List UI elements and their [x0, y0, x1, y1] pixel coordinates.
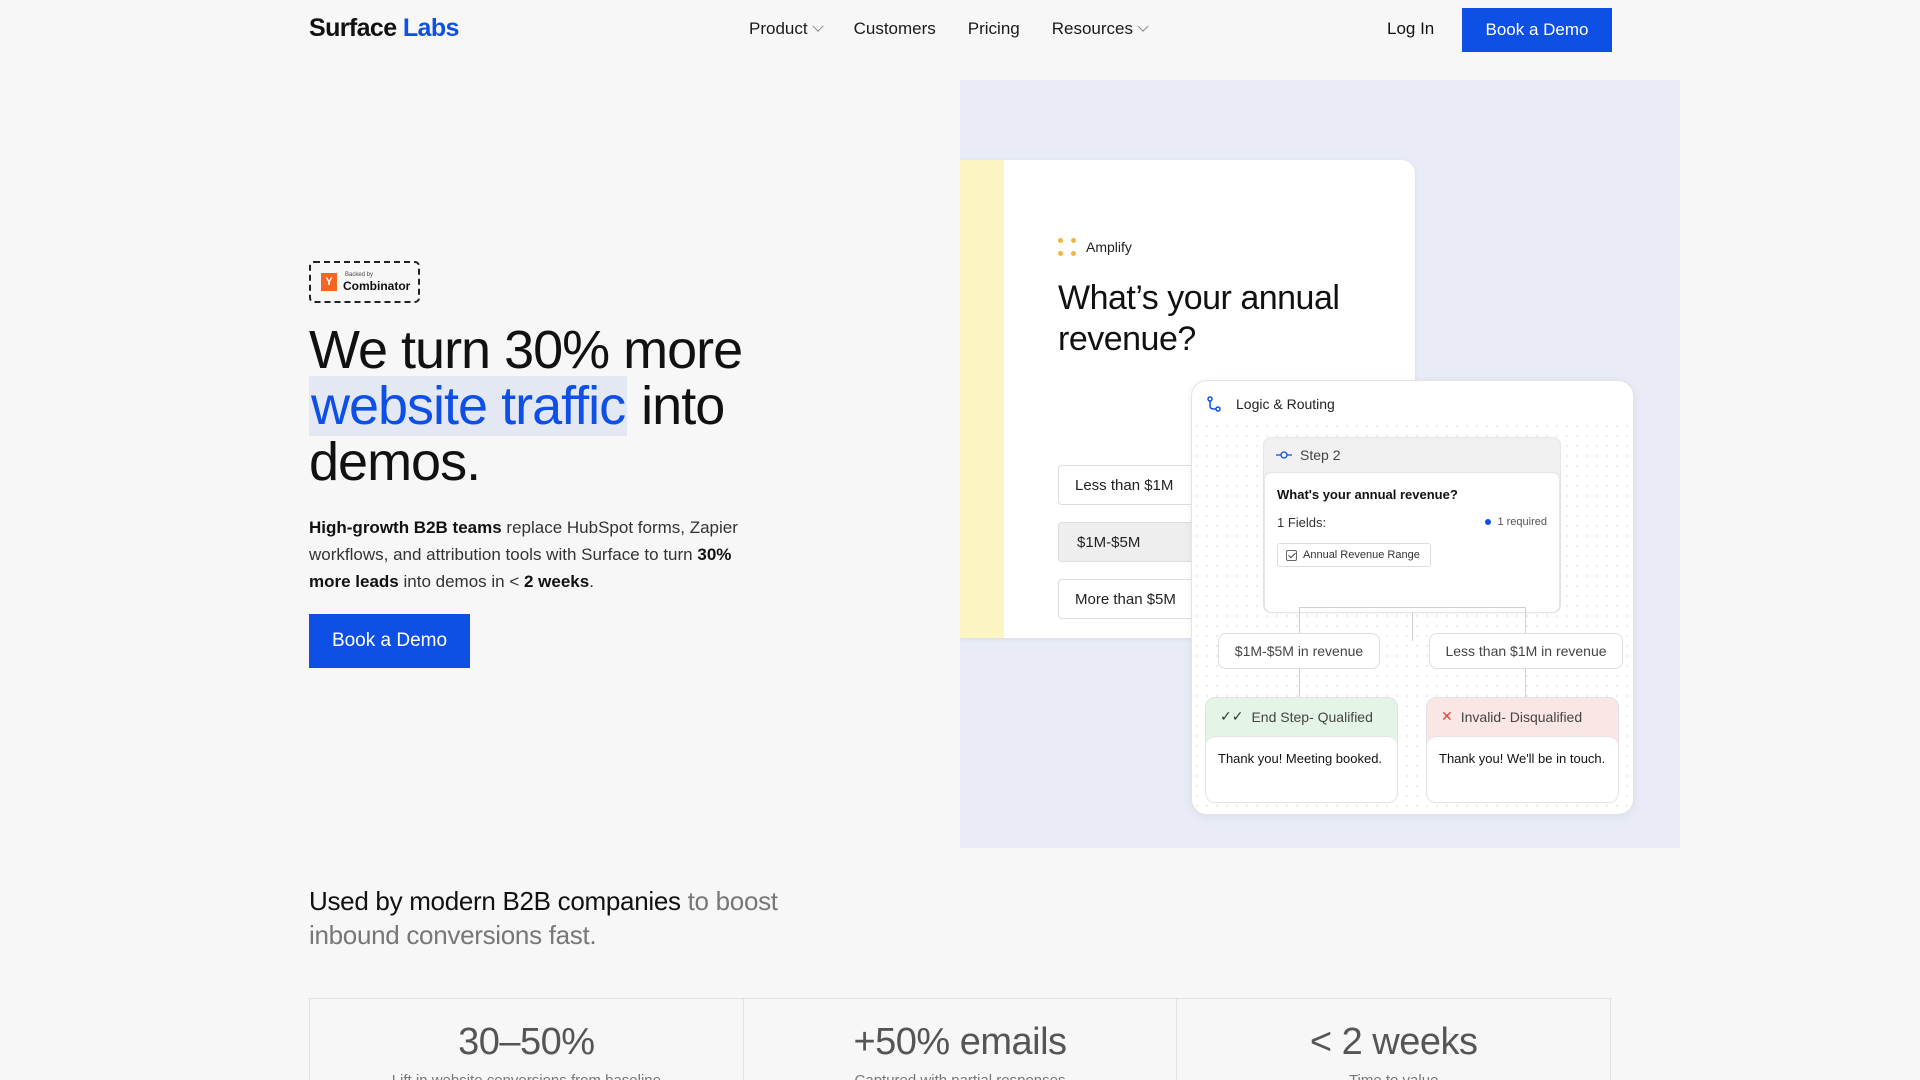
step-content: What's your annual revenue? 1 Fields: 1 … [1264, 472, 1560, 613]
nav-pricing-label: Pricing [967, 19, 1020, 38]
sub-text-2: into demos in < [398, 572, 524, 591]
step-node-icon [1276, 451, 1292, 459]
step-fields-count: 1 Fields: [1277, 515, 1327, 530]
stat-card: +50% emails Captured with partial respon… [744, 999, 1178, 1080]
yc-badge-big: Combinator [343, 279, 411, 293]
nav-product-label: Product [749, 19, 808, 38]
connector-line [1299, 607, 1300, 633]
sub-bold-1: High-growth B2B teams [309, 518, 502, 537]
end-qualified-title: ✓✓ End Step- Qualified [1220, 708, 1373, 725]
amplify-logo-icon [1058, 238, 1076, 256]
branch-less-1m[interactable]: Less than $1M in revenue [1429, 633, 1623, 669]
top-nav: Surface Labs Product Customers Pricing R… [0, 0, 1920, 60]
routing-icon [1207, 396, 1221, 412]
headline-part1: We turn 30% more [309, 320, 743, 380]
yc-logo-icon: Y [321, 273, 337, 291]
step-question: What's your annual revenue? [1277, 487, 1458, 502]
stat-description: Time to value [1177, 1072, 1610, 1080]
end-step-qualified[interactable]: ✓✓ End Step- Qualified Thank you! Meetin… [1205, 697, 1398, 803]
product-illustration: Amplify What’s your annual revenue? Less… [960, 80, 1680, 848]
end-step-disqualified[interactable]: ✕ Invalid- Disqualified Thank you! We'll… [1426, 697, 1619, 803]
end-disqualified-title-text: Invalid- Disqualified [1460, 708, 1583, 725]
sub-text-3: . [589, 572, 594, 591]
yc-badge-small: Backed by [345, 272, 374, 278]
form-accent-strip [960, 160, 1004, 638]
stat-value: < 2 weeks [1309, 1021, 1478, 1063]
form-question: What’s your annual revenue? [1058, 279, 1340, 358]
amplify-brand: Amplify [1058, 238, 1132, 256]
stats-row: 30–50% Lift in website conversions from … [309, 998, 1611, 1080]
yc-badge: Y Backed by Combinator [309, 261, 420, 303]
sub-bold-3: 2 weeks [523, 572, 590, 591]
field-tag: Annual Revenue Range [1277, 543, 1431, 567]
logo-text-surface: Surface [309, 14, 397, 42]
amplify-brand-label: Amplify [1086, 239, 1132, 255]
stat-description: Lift in website conversions from baselin… [310, 1072, 743, 1080]
step-node[interactable]: Step 2 What's your annual revenue? 1 Fie… [1263, 437, 1561, 613]
double-check-icon: ✓✓ [1220, 708, 1244, 724]
connector-line [1299, 669, 1300, 697]
connector-line [1299, 607, 1525, 608]
stat-value: +50% emails [853, 1021, 1067, 1063]
close-icon: ✕ [1441, 708, 1453, 724]
logic-title: Logic & Routing [1236, 396, 1335, 412]
nav-customers[interactable]: Customers [854, 19, 936, 39]
connector-line [1525, 669, 1526, 697]
step-required-text: 1 required [1497, 516, 1547, 528]
surface-labs-logo[interactable]: Surface Labs [309, 14, 459, 43]
logic-routing-card: Logic & Routing Step 2 What's your annua… [1191, 380, 1634, 815]
hero-book-demo-button[interactable]: Book a Demo [309, 614, 470, 668]
stat-description: Captured with partial responses [744, 1072, 1177, 1080]
stat-value: 30–50% [458, 1021, 595, 1063]
chevron-down-icon [1137, 20, 1149, 32]
nav-product[interactable]: Product [749, 19, 824, 39]
nav-links: Product Customers Pricing Resources [749, 19, 1179, 39]
chevron-down-icon [811, 20, 824, 32]
nav-book-demo-button[interactable]: Book a Demo [1462, 8, 1612, 52]
connector-line [1525, 607, 1526, 633]
hero-subtitle: High-growth B2B teams replace HubSpot fo… [309, 514, 769, 595]
end-disqualified-body: Thank you! We'll be in touch. [1427, 736, 1618, 802]
headline-highlight: website traffic [309, 376, 628, 436]
nav-pricing[interactable]: Pricing [968, 19, 1020, 39]
end-qualified-title-text: End Step- Qualified [1251, 708, 1373, 725]
yc-badge-text: Backed by Combinator [343, 272, 410, 292]
step-label-text: Step 2 [1300, 447, 1341, 463]
field-tag-label: Annual Revenue Range [1303, 549, 1420, 561]
hero-headline: We turn 30% more website traffic into dem… [309, 322, 869, 490]
used-by-heading: Used by modern B2B companies to boost in… [309, 884, 869, 952]
used-by-dark: Used by modern B2B companies [309, 886, 681, 916]
checkbox-icon [1286, 549, 1297, 561]
nav-customers-label: Customers [853, 19, 936, 38]
required-dot-icon [1485, 519, 1492, 525]
login-link[interactable]: Log In [1387, 19, 1434, 39]
nav-resources-label: Resources [1051, 19, 1134, 38]
branch-1m-5m[interactable]: $1M-$5M in revenue [1218, 633, 1380, 669]
page: Surface Labs Product Customers Pricing R… [0, 0, 1920, 1080]
stat-card: 30–50% Lift in website conversions from … [310, 999, 744, 1080]
logic-header: Logic & Routing [1206, 396, 1335, 412]
connector-line [1412, 613, 1413, 641]
logo-text-labs: Labs [402, 14, 460, 42]
stat-card: < 2 weeks Time to value [1177, 999, 1610, 1080]
nav-resources[interactable]: Resources [1051, 19, 1149, 39]
end-disqualified-title: ✕ Invalid- Disqualified [1441, 708, 1582, 725]
end-qualified-body: Thank you! Meeting booked. [1206, 736, 1397, 802]
step-required: 1 required [1485, 516, 1547, 528]
step-label: Step 2 [1276, 447, 1340, 463]
